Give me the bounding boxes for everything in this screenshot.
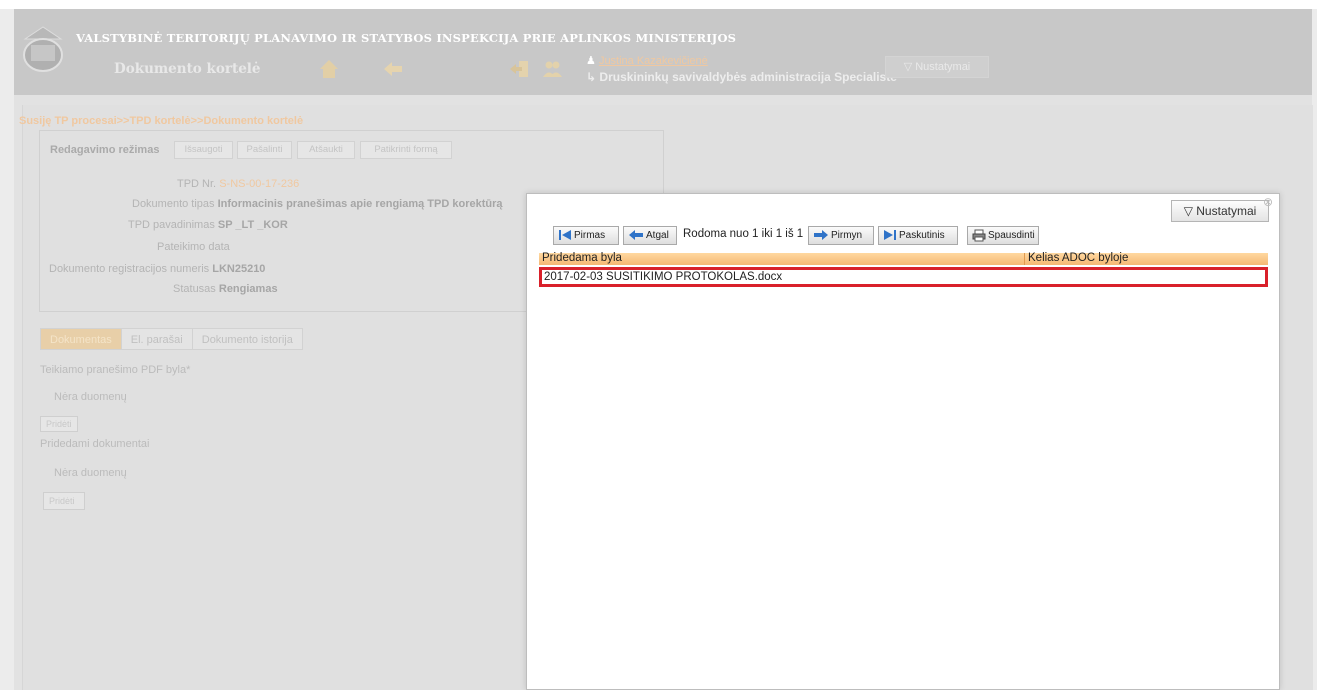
page-header: VALSTYBINĖ TERITORIJŲ PLANAVIMO IR STATY… [14,9,1312,95]
doc-type-row: Dokumento tipas Informacinis pranešimas … [132,198,503,210]
edit-mode-label: Redagavimo režimas [50,144,160,156]
tab-document[interactable]: Dokumentas [40,328,121,350]
pdf-file-label: Teikiamo pranešimo PDF byla* [40,364,191,376]
dialog-settings-button[interactable]: ▽ Nustatymai [1171,200,1269,222]
first-page-icon [559,230,571,241]
prev-arrow-icon [629,230,643,241]
page-title: Dokumento kortelė [114,61,261,77]
column-header-file[interactable]: Pridedama byla [542,252,622,264]
tpd-name-label: TPD pavadinimas [128,219,215,231]
save-button[interactable]: Išsaugoti [174,141,233,159]
tpd-nr-label: TPD Nr. [177,178,217,190]
last-page-button[interactable]: Paskutinis [878,226,958,245]
submit-date-row: Pateikimo data [157,241,230,253]
column-divider [1024,253,1025,265]
next-page-label: Pirmyn [831,230,863,241]
tab-signatures[interactable]: El. parašai [120,328,192,350]
user-role-text: Druskininkų savivaldybės administracija … [599,70,897,84]
validate-form-button[interactable]: Patikrinti formą [360,141,452,159]
doc-type-label: Dokumento tipas [132,198,215,210]
doc-type-value: Informacinis pranešimas apie rengiamą TP… [217,198,503,210]
status-row: Statusas Rengiamas [173,283,278,295]
next-arrow-icon [814,230,828,241]
breadcrumb[interactable]: Susiję TP procesai>>TPD kortelė>>Dokumen… [19,115,303,127]
status-label: Statusas [173,283,216,295]
next-page-button[interactable]: Pirmyn [808,226,874,245]
table-row[interactable]: 2017-02-03 SUSITIKIMO PROTOKOLAS.docx [539,267,1268,287]
tpd-nr-link[interactable]: S-NS-00-17-236 [219,178,299,190]
tpd-name-value: SP _LT _KOR [217,219,288,231]
reg-nr-value: LKN25210 [212,263,266,275]
last-page-label: Paskutinis [899,230,945,241]
grid-header: Pridedama byla Kelias ADOC byloje [539,252,1268,265]
tpd-nr-row: TPD Nr. S-NS-00-17-236 [177,178,299,190]
row-file-name: 2017-02-03 SUSITIKIMO PROTOKOLAS.docx [544,271,783,283]
users-icon[interactable] [541,58,563,80]
delete-button[interactable]: Pašalinti [237,141,292,159]
add-pdf-button[interactable]: Pridėti [40,416,78,432]
header-settings-button[interactable]: ▽ Nustatymai [885,56,989,78]
home-icon[interactable] [318,58,340,80]
column-header-path[interactable]: Kelias ADOC byloje [1028,252,1128,264]
coat-of-arms-logo [23,26,63,72]
attached-docs-label: Pridedami dokumentai [40,438,150,450]
logout-icon[interactable] [509,58,531,80]
add-attachment-button[interactable]: Pridėti [43,492,85,510]
pdf-empty-text: Nėra duomenų [54,391,127,403]
reg-nr-row: Dokumento registracijos numeris LKN25210 [49,263,265,275]
tab-history[interactable]: Dokumento istorija [191,328,303,350]
attached-empty-text: Nėra duomenų [54,467,127,479]
prev-page-button[interactable]: Atgal [623,226,677,245]
attach-file-dialog: ▽ Nustatymai ⊗ Pirmas Atgal Rodoma nuo 1… [526,193,1280,690]
user-name-row: ♟ Justina Kazakevičienė [586,54,708,67]
pager-info: Rodoma nuo 1 iki 1 iš 1 [683,228,804,240]
first-page-button[interactable]: Pirmas [553,226,619,245]
submit-date-label: Pateikimo data [157,241,230,253]
status-value: Rengiamas [218,283,278,295]
first-page-label: Pirmas [574,230,606,241]
prev-page-label: Atgal [646,230,669,241]
printer-icon [972,229,986,242]
user-role-icon: ↳ [586,70,597,84]
document-tabs: Dokumentas El. parašai Dokumento istorij… [40,328,303,350]
print-label: Spausdinti [988,230,1035,241]
user-icon: ♟ [586,55,596,67]
dialog-close-icon[interactable]: ⊗ [1263,194,1281,210]
cancel-button[interactable]: Atšaukti [297,141,355,159]
last-page-icon [884,230,896,241]
user-name-link[interactable]: Justina Kazakevičienė [599,55,708,67]
reg-nr-label: Dokumento registracijos numeris [49,263,210,275]
organization-title: VALSTYBINĖ TERITORIJŲ PLANAVIMO IR STATY… [76,31,737,45]
window-top-strip [0,0,1317,9]
back-arrow-icon[interactable] [382,58,404,80]
user-role: ↳ Druskininkų savivaldybės administracij… [586,70,897,84]
tpd-name-row: TPD pavadinimas SP _LT _KOR [128,219,288,231]
print-button[interactable]: Spausdinti [967,226,1039,245]
